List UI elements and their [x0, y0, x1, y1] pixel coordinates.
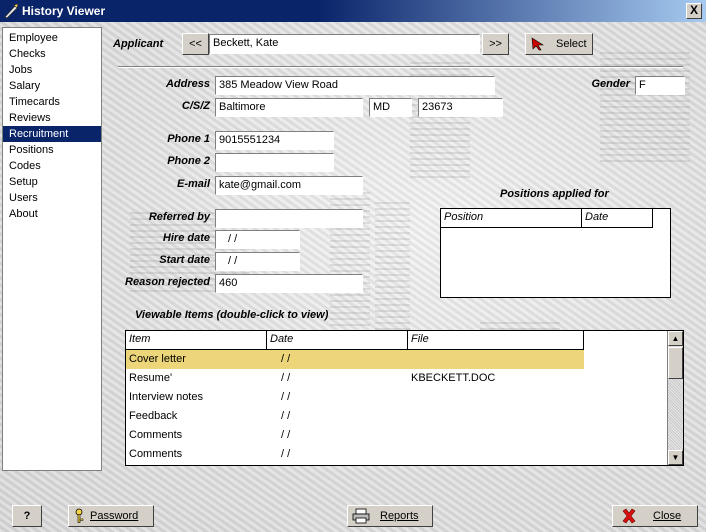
item-cell: Comments [129, 448, 183, 460]
sidebar-item-users[interactable]: Users [3, 190, 101, 206]
date-cell: / / [281, 372, 291, 384]
table-row[interactable]: Feedback / / [126, 407, 584, 426]
email-label: E-mail [176, 178, 210, 190]
applicant-field[interactable]: Beckett, Kate [209, 34, 480, 54]
phone1-field[interactable]: 9015551234 [215, 131, 334, 150]
window-title: History Viewer [22, 4, 106, 18]
sidebar-item-employee[interactable]: Employee [3, 30, 101, 46]
phone2-label: Phone 2 [167, 155, 210, 167]
history-viewer-window: History Viewer X Employee Checks Jobs Salar… [0, 0, 706, 532]
gender-field[interactable]: F [635, 76, 685, 95]
sidebar-item-salary[interactable]: Salary [3, 78, 101, 94]
scroll-thumb[interactable] [668, 347, 683, 379]
sidebar-item-reviews[interactable]: Reviews [3, 110, 101, 126]
sidebar-item-checks[interactable]: Checks [3, 46, 101, 62]
sidebar-item-timecards[interactable]: Timecards [3, 94, 101, 110]
date-cell: / / [281, 391, 291, 403]
sidebar-item-about[interactable]: About [3, 206, 101, 222]
applicant-label: Applicant [113, 38, 164, 50]
table-row[interactable]: Comments / / [126, 445, 584, 464]
date-column-header[interactable]: Date [267, 331, 408, 350]
address-field[interactable]: 385 Meadow View Road [215, 76, 495, 95]
scroll-up-button[interactable]: ▲ [668, 331, 683, 346]
csz-label: C/S/Z [181, 100, 210, 112]
positions-title: Positions applied for [500, 188, 609, 200]
item-cell: Resume' [129, 372, 173, 384]
date-cell: / / [281, 353, 291, 365]
password-button-label: Password [90, 510, 139, 522]
title-bar: History Viewer X [0, 0, 706, 22]
printer-icon [352, 508, 370, 524]
date-column-header[interactable]: Date [582, 209, 653, 228]
zip-field[interactable]: 23673 [418, 98, 503, 117]
phone1-label: Phone 1 [167, 133, 210, 145]
table-row[interactable]: Resume' / / KBECKETT.DOC [126, 369, 584, 388]
window-close-button[interactable]: X [686, 3, 702, 19]
position-column-header[interactable]: Position [441, 209, 582, 228]
item-cell: Cover letter [129, 353, 186, 365]
quill-icon [4, 3, 19, 19]
item-cell: Feedback [129, 410, 178, 422]
close-button[interactable]: Close [612, 505, 698, 527]
sidebar-item-recruitment[interactable]: Recruitment [3, 126, 101, 142]
email-field[interactable]: kate@gmail.com [215, 176, 363, 195]
scroll-down-button[interactable]: ▼ [668, 450, 683, 465]
select-button-label: Select [556, 38, 587, 50]
previous-applicant-button[interactable]: << [182, 33, 209, 55]
sidebar-item-codes[interactable]: Codes [3, 158, 101, 174]
table-row[interactable]: Cover letter / / [126, 350, 584, 369]
key-icon [75, 508, 84, 523]
sidebar-nav: Employee Checks Jobs Salary Timecards Reviews… [2, 27, 102, 471]
positions-grid[interactable]: Position Date [440, 208, 671, 298]
help-button[interactable]: ? [12, 505, 42, 527]
gender-label: Gender [591, 78, 630, 90]
state-field[interactable]: MD [369, 98, 412, 117]
file-column-header[interactable]: File [408, 331, 584, 350]
date-cell: / / [281, 410, 291, 422]
phone2-field[interactable] [215, 153, 334, 172]
close-button-label: Close [653, 510, 682, 522]
referred-label: Referred by [148, 211, 210, 223]
city-field[interactable]: Baltimore [215, 98, 363, 117]
password-button[interactable]: Password [68, 505, 154, 527]
select-button[interactable]: Select [525, 33, 593, 55]
viewable-items-title: Viewable Items (double-click to view) [135, 309, 329, 321]
address-label: Address [165, 78, 210, 90]
sidebar-item-positions[interactable]: Positions [3, 142, 101, 158]
hire-date-label: Hire date [162, 232, 210, 244]
divider [118, 66, 683, 68]
table-row[interactable]: Interview notes / / [126, 388, 584, 407]
sidebar-item-jobs[interactable]: Jobs [3, 62, 101, 78]
vertical-scrollbar[interactable]: ▲ ▼ [667, 331, 683, 465]
table-row[interactable]: Comments / / [126, 426, 584, 445]
reason-rejected-field[interactable]: 460 [215, 274, 363, 293]
reports-button[interactable]: Reports [347, 505, 433, 527]
date-cell: / / [281, 429, 291, 441]
reason-rejected-label: Reason rejected [125, 276, 210, 288]
next-applicant-button[interactable]: >> [482, 33, 509, 55]
date-cell: / / [281, 448, 291, 460]
item-cell: Interview notes [129, 391, 203, 403]
start-date-field[interactable]: / / [215, 252, 300, 271]
start-date-label: Start date [159, 254, 210, 266]
reports-button-label: Reports [380, 510, 419, 522]
item-column-header[interactable]: Item [126, 331, 267, 350]
referred-field[interactable] [215, 209, 363, 228]
pointer-icon [531, 37, 545, 51]
hire-date-field[interactable]: / / [215, 230, 300, 249]
viewable-items-grid[interactable]: Item Date File Cover letter / / Resume' / /… [125, 330, 684, 466]
item-cell: Comments [129, 429, 183, 441]
sidebar-item-setup[interactable]: Setup [3, 174, 101, 190]
red-x-icon [622, 508, 636, 524]
file-cell: KBECKETT.DOC [411, 372, 496, 384]
